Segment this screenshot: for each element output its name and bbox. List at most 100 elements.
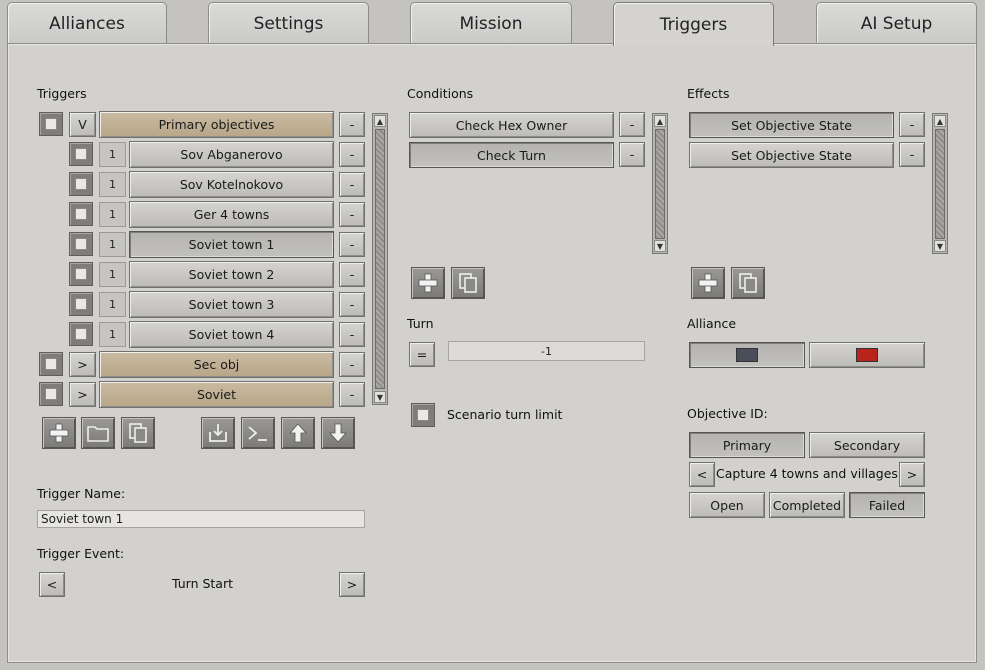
trigger-enable-checkbox[interactable]	[39, 382, 63, 406]
turn-label: Turn	[407, 316, 434, 331]
remove-trigger-button[interactable]: -	[339, 142, 365, 167]
trigger-count: 1	[99, 142, 126, 167]
group-expand-toggle[interactable]: >	[69, 352, 96, 377]
script-trigger-button[interactable]	[241, 417, 275, 449]
effect-item-selected[interactable]: Set Objective State	[689, 112, 894, 138]
trigger-group-primary-objectives[interactable]: Primary objectives	[99, 111, 334, 138]
trigger-count: 1	[99, 292, 126, 317]
scroll-thumb[interactable]	[935, 129, 945, 239]
trigger-enable-checkbox[interactable]	[69, 232, 93, 256]
alliance-axis-button[interactable]	[689, 342, 805, 368]
copy-icon	[739, 273, 757, 293]
trigger-item[interactable]: Ger 4 towns	[129, 201, 334, 228]
state-failed-button[interactable]: Failed	[849, 492, 925, 518]
trigger-group-sec-obj[interactable]: Sec obj	[99, 351, 334, 378]
remove-trigger-button[interactable]: -	[339, 382, 365, 407]
trigger-enable-checkbox[interactable]	[69, 292, 93, 316]
trigger-count: 1	[99, 322, 126, 347]
conditions-scrollbar[interactable]: ▲ ▼	[652, 113, 668, 254]
trigger-enable-checkbox[interactable]	[69, 202, 93, 226]
remove-trigger-button[interactable]: -	[339, 292, 365, 317]
scroll-thumb[interactable]	[375, 129, 385, 389]
tab-ai-setup[interactable]: AI Setup	[816, 2, 977, 44]
remove-effect-button[interactable]: -	[899, 142, 925, 167]
copy-trigger-button[interactable]	[121, 417, 155, 449]
scroll-thumb[interactable]	[655, 129, 665, 239]
objective-next-button[interactable]: >	[899, 462, 925, 487]
trigger-enable-checkbox[interactable]	[39, 352, 63, 376]
remove-condition-button[interactable]: -	[619, 112, 645, 137]
tab-settings[interactable]: Settings	[208, 2, 369, 44]
scroll-up-icon[interactable]: ▲	[374, 115, 386, 127]
copy-condition-button[interactable]	[451, 267, 485, 299]
state-completed-button[interactable]: Completed	[769, 492, 845, 518]
remove-trigger-button[interactable]: -	[339, 202, 365, 227]
scroll-up-icon[interactable]: ▲	[654, 115, 666, 127]
remove-trigger-button[interactable]: -	[339, 352, 365, 377]
turn-value-input[interactable]: -1	[448, 341, 645, 361]
trigger-enable-checkbox[interactable]	[69, 142, 93, 166]
add-folder-button[interactable]	[81, 417, 115, 449]
trigger-item[interactable]: Soviet town 4	[129, 321, 334, 348]
remove-trigger-button[interactable]: -	[339, 322, 365, 347]
trigger-event-label: Trigger Event:	[37, 546, 125, 561]
plus-icon	[49, 423, 69, 443]
scroll-down-icon[interactable]: ▼	[934, 240, 946, 252]
effects-scrollbar[interactable]: ▲ ▼	[932, 113, 948, 254]
remove-trigger-button[interactable]: -	[339, 262, 365, 287]
scenario-turn-limit-checkbox[interactable]	[411, 403, 435, 427]
event-prev-button[interactable]: <	[39, 572, 65, 597]
trigger-count: 1	[99, 262, 126, 287]
alliance-allies-button[interactable]	[809, 342, 925, 368]
move-down-button[interactable]	[321, 417, 355, 449]
trigger-count: 1	[99, 202, 126, 227]
triggers-scrollbar[interactable]: ▲ ▼	[372, 113, 388, 405]
tab-triggers[interactable]: Triggers	[613, 2, 774, 46]
trigger-item[interactable]: Sov Kotelnokovo	[129, 171, 334, 198]
trigger-item[interactable]: Soviet town 2	[129, 261, 334, 288]
objective-prev-button[interactable]: <	[689, 462, 715, 487]
group-expand-toggle[interactable]: V	[69, 112, 96, 137]
trigger-item[interactable]: Sov Abganerovo	[129, 141, 334, 168]
objective-primary-button[interactable]: Primary	[689, 432, 805, 458]
scenario-turn-limit-label: Scenario turn limit	[447, 407, 563, 422]
add-trigger-button[interactable]	[42, 417, 76, 449]
trigger-name-label: Trigger Name:	[37, 486, 126, 501]
remove-condition-button[interactable]: -	[619, 142, 645, 167]
remove-effect-button[interactable]: -	[899, 112, 925, 137]
effect-item[interactable]: Set Objective State	[689, 142, 894, 168]
scroll-down-icon[interactable]: ▼	[654, 240, 666, 252]
trigger-group-soviet[interactable]: Soviet	[99, 381, 334, 408]
trigger-enable-checkbox[interactable]	[69, 172, 93, 196]
trigger-enable-checkbox[interactable]	[39, 112, 63, 136]
tab-mission[interactable]: Mission	[410, 2, 572, 44]
import-trigger-button[interactable]	[201, 417, 235, 449]
condition-item-selected[interactable]: Check Turn	[409, 142, 614, 168]
plus-icon	[418, 273, 438, 293]
group-expand-toggle[interactable]: >	[69, 382, 96, 407]
remove-trigger-button[interactable]: -	[339, 232, 365, 257]
objective-secondary-button[interactable]: Secondary	[809, 432, 925, 458]
trigger-item[interactable]: Soviet town 3	[129, 291, 334, 318]
scroll-up-icon[interactable]: ▲	[934, 115, 946, 127]
event-next-button[interactable]: >	[339, 572, 365, 597]
add-condition-button[interactable]	[411, 267, 445, 299]
state-open-button[interactable]: Open	[689, 492, 765, 518]
move-up-button[interactable]	[281, 417, 315, 449]
condition-item[interactable]: Check Hex Owner	[409, 112, 614, 138]
add-effect-button[interactable]	[691, 267, 725, 299]
remove-trigger-button[interactable]: -	[339, 112, 365, 137]
trigger-name-input[interactable]: Soviet town 1	[37, 510, 365, 528]
remove-trigger-button[interactable]: -	[339, 172, 365, 197]
scroll-down-icon[interactable]: ▼	[374, 391, 386, 403]
turn-operator-button[interactable]: =	[409, 342, 435, 367]
trigger-item-selected[interactable]: Soviet town 1	[129, 231, 334, 258]
tab-alliances[interactable]: Alliances	[7, 2, 167, 44]
copy-effect-button[interactable]	[731, 267, 765, 299]
trigger-enable-checkbox[interactable]	[69, 322, 93, 346]
copy-icon	[459, 273, 477, 293]
folder-icon	[87, 426, 109, 442]
trigger-event-value: Turn Start	[171, 576, 233, 591]
trigger-enable-checkbox[interactable]	[69, 262, 93, 286]
plus-icon	[698, 273, 718, 293]
